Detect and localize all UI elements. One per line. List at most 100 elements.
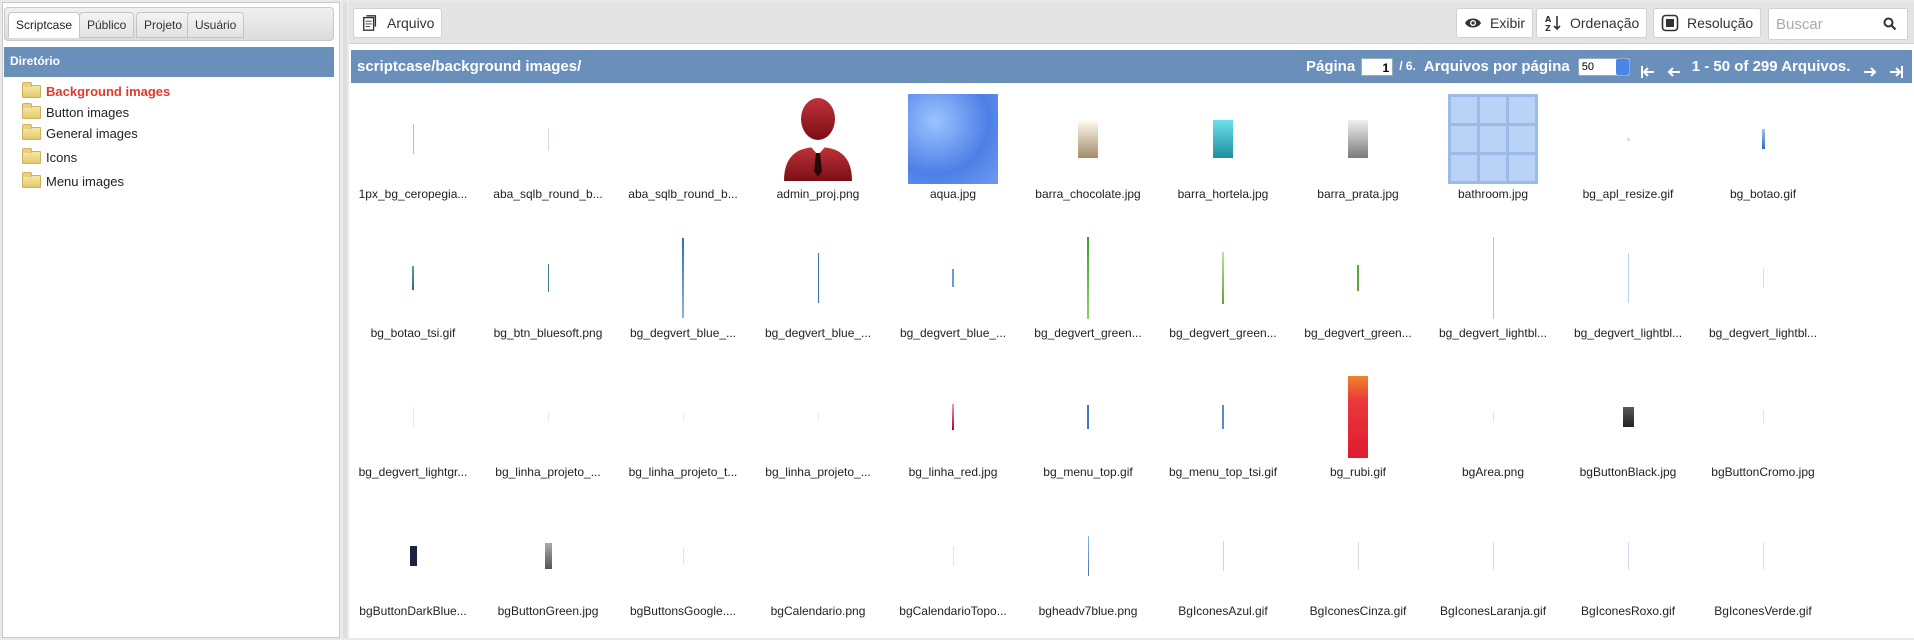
tab-projeto[interactable]: Projeto (136, 12, 191, 38)
next-page-icon[interactable] (1862, 59, 1878, 77)
file-item[interactable]: 1px_bg_ceropegia... (353, 84, 473, 223)
file-item[interactable]: bg_degvert_green... (1028, 223, 1148, 362)
file-thumbnail (1163, 501, 1283, 611)
file-name: bgCalendario.png (770, 604, 866, 618)
tree-item-general-images[interactable]: General images (22, 123, 138, 142)
tree-item-menu-images[interactable]: Menu images (22, 171, 124, 190)
file-upload-icon (361, 14, 379, 32)
file-name: bgButtonsGoogle.... (629, 604, 737, 618)
last-page-icon[interactable] (1888, 59, 1904, 78)
library-tabbar: Scriptcase Público Projeto Usuário (4, 7, 334, 41)
file-name: bg_botao.gif (1729, 187, 1797, 201)
file-item[interactable]: bgButtonsGoogle.... (623, 501, 743, 640)
file-thumbnail (488, 223, 608, 333)
file-thumbnail (623, 84, 743, 194)
file-thumbnail (758, 84, 878, 194)
file-item[interactable]: bg_degvert_lightbl... (1568, 223, 1688, 362)
file-name: bg_linha_projeto_... (495, 465, 601, 479)
file-item[interactable]: bgCalendarioTopo... (893, 501, 1013, 640)
file-item[interactable]: bathroom.jpg (1433, 84, 1553, 223)
file-thumbnail (488, 362, 608, 472)
sort-button[interactable]: AZ Ordenação (1536, 8, 1648, 38)
file-item[interactable]: bg_apl_resize.gif (1568, 84, 1688, 223)
file-item[interactable]: barra_hortela.jpg (1163, 84, 1283, 223)
per-page-select[interactable]: 50 (1577, 57, 1630, 76)
resolution-button[interactable]: Resolução (1653, 8, 1762, 38)
file-item[interactable]: aqua.jpg (893, 84, 1013, 223)
file-name: bg_linha_projeto_t... (628, 465, 738, 479)
file-item[interactable]: BgIconesRoxo.gif (1568, 501, 1688, 640)
page-input[interactable]: 1 (1361, 57, 1394, 76)
file-item[interactable]: BgIconesLaranja.gif (1433, 501, 1553, 640)
file-name: barra_prata.jpg (1317, 187, 1399, 201)
file-item[interactable]: bg_btn_bluesoft.png (488, 223, 608, 362)
view-button[interactable]: Exibir (1456, 8, 1534, 38)
file-item[interactable]: BgIconesVerde.gif (1703, 501, 1823, 640)
file-item[interactable]: bg_rubi.gif (1298, 362, 1418, 501)
file-thumbnail (623, 223, 743, 333)
file-item[interactable]: admin_proj.png (758, 84, 878, 223)
file-thumbnail (1433, 362, 1553, 472)
tab-publico[interactable]: Público (79, 12, 135, 38)
search-icon[interactable] (1883, 17, 1897, 31)
tree-item-icons[interactable]: Icons (22, 147, 77, 166)
file-name: aba_sqlb_round_b... (628, 187, 738, 201)
first-page-icon[interactable] (1640, 59, 1656, 78)
file-item[interactable]: aba_sqlb_round_b... (623, 84, 743, 223)
tree-item-button-images[interactable]: Button images (22, 102, 129, 121)
file-thumbnail (1703, 84, 1823, 194)
file-item[interactable]: bg_botao_tsi.gif (353, 223, 473, 362)
prev-page-icon[interactable] (1666, 59, 1682, 77)
file-name: bg_menu_top_tsi.gif (1168, 465, 1278, 479)
panel-splitter[interactable] (343, 2, 347, 638)
file-name: bg_degvert_lightbl... (1438, 326, 1548, 340)
file-item[interactable]: bg_degvert_lightgr... (353, 362, 473, 501)
file-item[interactable]: bg_degvert_blue_... (623, 223, 743, 362)
file-item[interactable]: bgButtonDarkBlue... (353, 501, 473, 640)
file-item[interactable]: bg_linha_projeto_t... (623, 362, 743, 501)
file-item[interactable]: bgheadv7blue.png (1028, 501, 1148, 640)
file-name: aba_sqlb_round_b... (493, 187, 603, 201)
file-item[interactable]: bg_menu_top_tsi.gif (1163, 362, 1283, 501)
file-button[interactable]: Arquivo (353, 8, 443, 38)
file-item[interactable]: BgIconesAzul.gif (1163, 501, 1283, 640)
file-name: BgIconesRoxo.gif (1580, 604, 1676, 618)
file-item[interactable]: bgArea.png (1433, 362, 1553, 501)
tree-item-background-images[interactable]: Background images (22, 81, 170, 100)
file-item[interactable]: bg_degvert_blue_... (893, 223, 1013, 362)
file-thumbnail (1298, 223, 1418, 333)
file-item[interactable]: bg_linha_red.jpg (893, 362, 1013, 501)
file-item[interactable]: BgIconesCinza.gif (1298, 501, 1418, 640)
range-text: 1 - 50 of 299 Arquivos. (1691, 58, 1851, 75)
file-item[interactable]: barra_prata.jpg (1298, 84, 1418, 223)
file-thumbnail (353, 501, 473, 611)
file-item[interactable]: bgCalendario.png (758, 501, 878, 640)
file-thumbnail (1163, 84, 1283, 194)
file-item[interactable]: bg_degvert_lightbl... (1703, 223, 1823, 362)
file-thumbnail (623, 362, 743, 472)
file-item[interactable]: barra_chocolate.jpg (1028, 84, 1148, 223)
tab-scriptcase[interactable]: Scriptcase (8, 12, 81, 38)
file-item[interactable]: bg_degvert_green... (1298, 223, 1418, 362)
per-page-value: 50 (1581, 60, 1594, 73)
file-item[interactable]: bg_linha_projeto_... (758, 362, 878, 501)
file-name: bg_degvert_green... (1169, 326, 1277, 340)
file-item[interactable]: bgButtonGreen.jpg (488, 501, 608, 640)
file-item[interactable]: bg_degvert_lightbl... (1433, 223, 1553, 362)
file-name: barra_chocolate.jpg (1035, 187, 1141, 201)
tab-usuario[interactable]: Usuário (187, 12, 245, 38)
file-thumbnail (1028, 223, 1148, 333)
file-thumbnail (1703, 501, 1823, 611)
file-item[interactable]: bg_linha_projeto_... (488, 362, 608, 501)
folder-icon (22, 147, 41, 164)
file-item[interactable]: aba_sqlb_round_b... (488, 84, 608, 223)
file-item[interactable]: bg_degvert_blue_... (758, 223, 878, 362)
file-item[interactable]: bg_degvert_green... (1163, 223, 1283, 362)
search-field[interactable]: Buscar (1768, 8, 1908, 40)
file-name: bgButtonDarkBlue... (359, 604, 467, 618)
file-item[interactable]: bgButtonCromo.jpg (1703, 362, 1823, 501)
file-item[interactable]: bg_menu_top.gif (1028, 362, 1148, 501)
file-thumbnail (1298, 362, 1418, 472)
file-item[interactable]: bg_botao.gif (1703, 84, 1823, 223)
file-item[interactable]: bgButtonBlack.jpg (1568, 362, 1688, 501)
